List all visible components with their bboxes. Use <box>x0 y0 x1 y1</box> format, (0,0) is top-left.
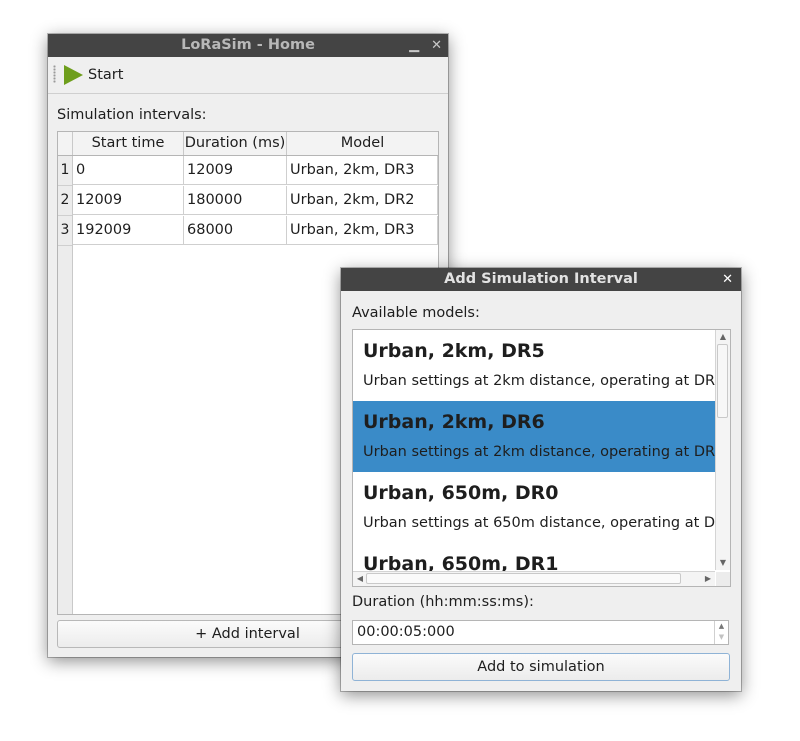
start-label: Start <box>88 67 124 83</box>
row-header[interactable]: 3 <box>58 216 72 246</box>
cell-duration[interactable]: 12009 <box>184 156 287 185</box>
cell-start[interactable]: 12009 <box>73 186 184 215</box>
table-header: Start time (ms) Duration (ms) Model <box>58 132 438 174</box>
cell-duration[interactable]: 180000 <box>184 186 287 215</box>
cell-start[interactable]: 0 <box>73 156 184 185</box>
table-row[interactable]: 3 192009 68000 Urban, 2km, DR3 <box>58 216 438 246</box>
row-header[interactable]: 2 <box>58 186 72 216</box>
corner-header[interactable] <box>58 132 73 155</box>
main-titlebar[interactable]: LoRaSim - Home ▁ ✕ <box>48 34 448 57</box>
add-interval-dialog: Add Simulation Interval ✕ Available mode… <box>341 268 741 691</box>
play-icon <box>64 65 83 85</box>
table-row[interactable]: 1 0 12009 Urban, 2km, DR3 <box>58 156 438 186</box>
duration-stepper[interactable]: ▲ ▼ <box>714 621 728 644</box>
main-window-title: LoRaSim - Home <box>181 37 315 53</box>
table-row[interactable]: 2 12009 180000 Urban, 2km, DR2 <box>58 186 438 216</box>
scroll-down-icon[interactable]: ▼ <box>717 557 729 569</box>
duration-spinbox[interactable]: ▲ ▼ <box>352 620 729 645</box>
add-to-simulation-button[interactable]: Add to simulation <box>352 653 730 681</box>
model-name: Urban, 2km, DR6 <box>363 411 545 433</box>
dialog-titlebar[interactable]: Add Simulation Interval ✕ <box>341 268 741 291</box>
horizontal-scrollbar[interactable]: ◀ ▶ <box>353 571 715 586</box>
scroll-up-icon[interactable]: ▲ <box>717 331 729 343</box>
model-description: Urban settings at 650m distance, operati… <box>363 515 715 531</box>
vertical-scroll-thumb[interactable] <box>717 344 728 418</box>
minimize-icon[interactable]: ▁ <box>409 34 419 57</box>
column-header-start[interactable]: Start time (ms) <box>73 132 184 174</box>
cell-model[interactable]: Urban, 2km, DR2 <box>287 186 438 215</box>
intervals-label: Simulation intervals: <box>57 107 207 123</box>
dialog-title: Add Simulation Interval <box>444 271 638 287</box>
model-name: Urban, 650m, DR0 <box>363 482 559 504</box>
spin-down-icon[interactable]: ▼ <box>715 632 728 643</box>
column-header-duration[interactable]: Duration (ms) <box>184 132 287 155</box>
model-description: Urban settings at 2km distance, operatin… <box>363 444 715 460</box>
cell-model[interactable]: Urban, 2km, DR3 <box>287 156 438 185</box>
cell-start[interactable]: 192009 <box>73 216 184 245</box>
list-item[interactable]: Urban, 2km, DR5 Urban settings at 2km di… <box>353 330 715 401</box>
start-button[interactable]: Start <box>64 63 123 87</box>
cell-duration[interactable]: 68000 <box>184 216 287 245</box>
cell-model[interactable]: Urban, 2km, DR3 <box>287 216 438 245</box>
close-icon[interactable]: ✕ <box>722 268 733 291</box>
models-list[interactable]: Urban, 2km, DR5 Urban settings at 2km di… <box>352 329 731 587</box>
model-name: Urban, 2km, DR5 <box>363 340 545 362</box>
list-item-selected[interactable]: Urban, 2km, DR6 Urban settings at 2km di… <box>353 401 715 472</box>
toolbar-grip[interactable] <box>53 65 56 83</box>
duration-label: Duration (hh:mm:ss:ms): <box>352 594 534 610</box>
row-header[interactable]: 1 <box>58 156 72 186</box>
scroll-right-icon[interactable]: ▶ <box>702 573 714 585</box>
available-models-label: Available models: <box>352 305 480 321</box>
main-toolbar: Start <box>48 57 448 94</box>
vertical-scrollbar[interactable]: ▲ ▼ <box>715 330 730 570</box>
duration-input[interactable] <box>357 624 712 640</box>
column-header-model[interactable]: Model <box>287 132 438 155</box>
list-item[interactable]: Urban, 650m, DR0 Urban settings at 650m … <box>353 472 715 543</box>
model-description: Urban settings at 2km distance, operatin… <box>363 373 715 389</box>
scroll-left-icon[interactable]: ◀ <box>354 573 366 585</box>
close-icon[interactable]: ✕ <box>431 34 442 57</box>
scrollbar-corner <box>716 572 730 586</box>
spin-up-icon[interactable]: ▲ <box>715 621 728 632</box>
horizontal-scroll-thumb[interactable] <box>366 573 681 584</box>
